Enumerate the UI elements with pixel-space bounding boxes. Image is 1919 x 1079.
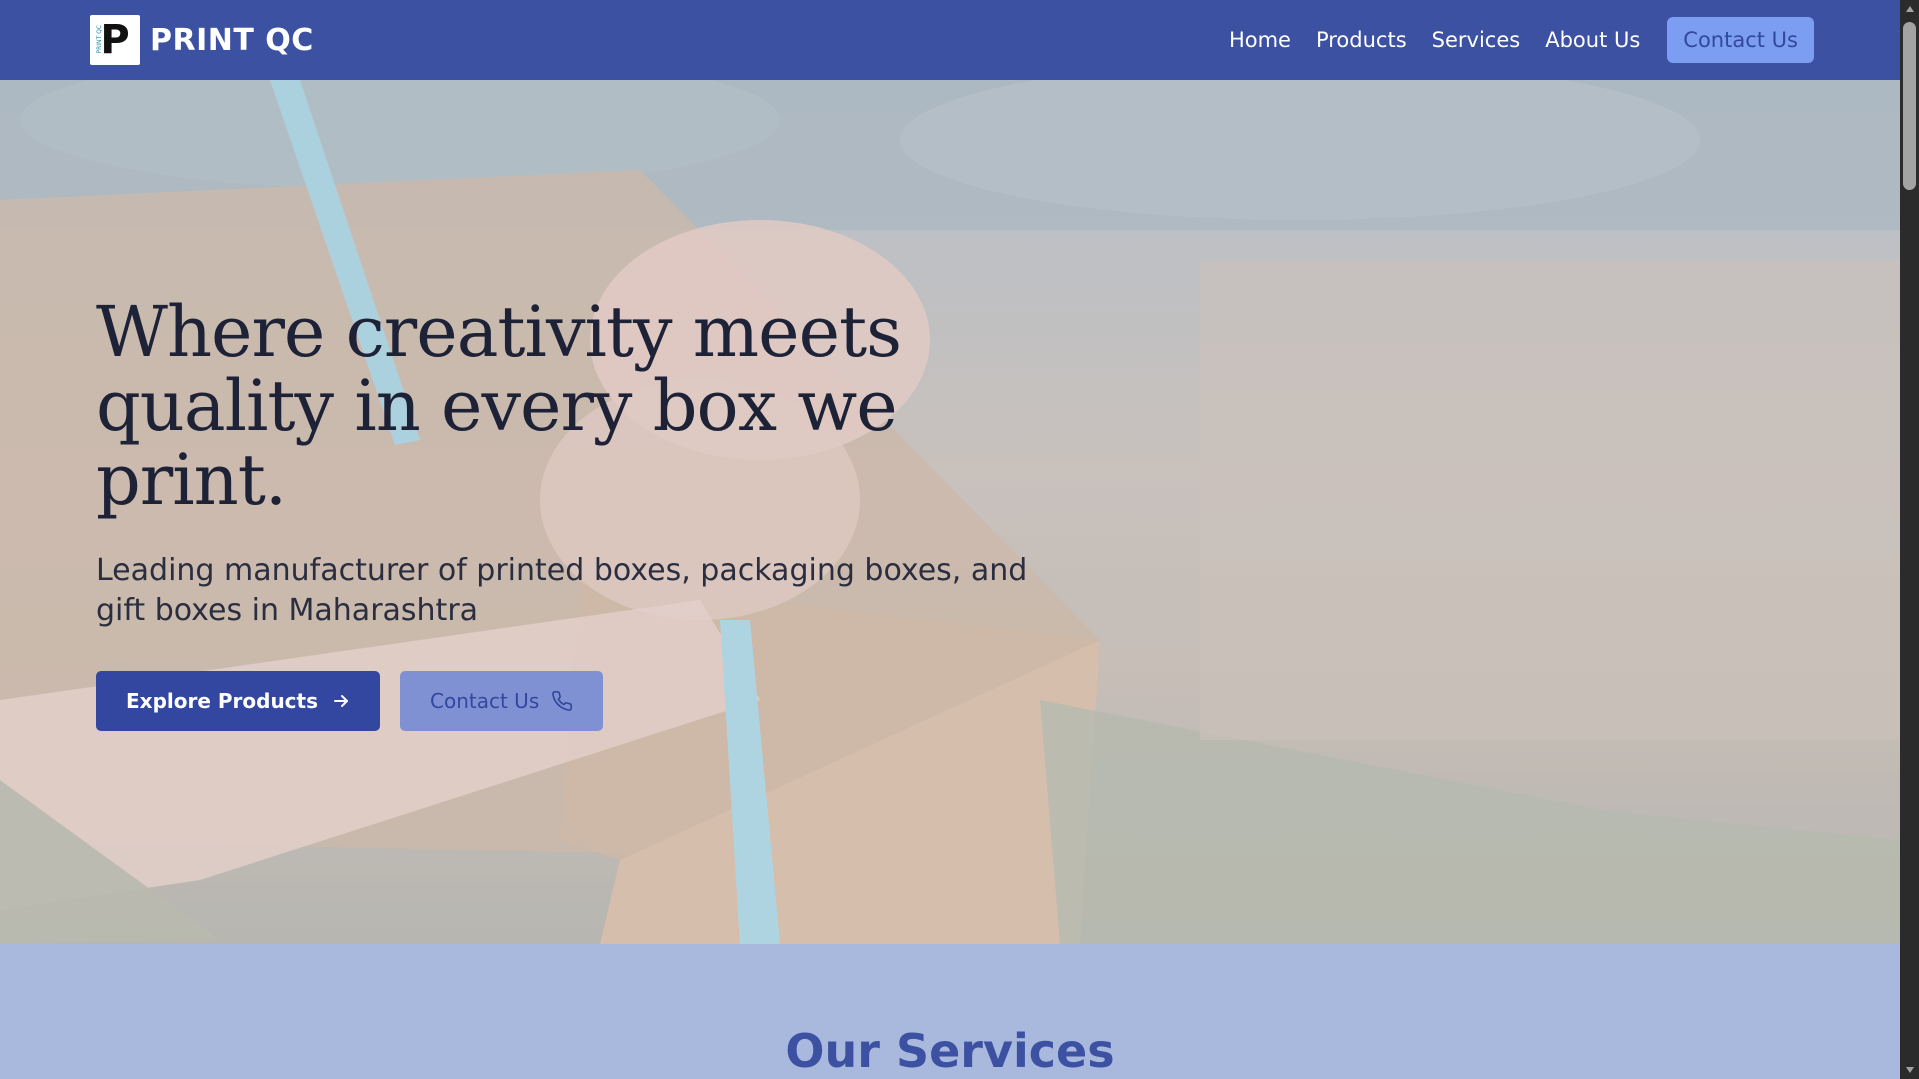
top-navbar: PRINT QC P PRINT QC Home Products Servic… xyxy=(0,0,1900,80)
hero-section: Where creativity meets quality in every … xyxy=(0,80,1900,944)
hero-title: Where creativity meets quality in every … xyxy=(96,291,902,521)
arrow-right-icon xyxy=(332,692,350,710)
nav-links: Home Products Services About Us Contact … xyxy=(1229,17,1814,63)
nav-contact-us-button[interactable]: Contact Us xyxy=(1667,17,1814,63)
page: PRINT QC P PRINT QC Home Products Servic… xyxy=(0,0,1919,1079)
scroll-down-arrow-icon[interactable] xyxy=(1900,1061,1919,1079)
hero-content: Where creativity meets quality in every … xyxy=(96,295,1056,731)
nav-link-products[interactable]: Products xyxy=(1316,28,1407,52)
phone-icon xyxy=(551,690,573,712)
brand-name: PRINT QC xyxy=(150,22,314,58)
explore-products-label: Explore Products xyxy=(126,689,319,713)
explore-products-button[interactable]: Explore Products xyxy=(96,671,381,731)
hero-subtitle: Leading manufacturer of printed boxes, p… xyxy=(96,553,1028,628)
logo: PRINT QC P xyxy=(90,15,140,65)
nav-link-about-us[interactable]: About Us xyxy=(1545,28,1640,52)
hero-contact-us-label: Contact Us xyxy=(430,689,540,713)
scrollbar-thumb[interactable] xyxy=(1903,22,1916,190)
logo-tiny-text: PRINT QC xyxy=(96,25,103,54)
services-heading: Our Services xyxy=(785,1024,1115,1078)
page-scrollbar[interactable] xyxy=(1900,0,1919,1079)
brand[interactable]: PRINT QC P PRINT QC xyxy=(90,15,314,65)
logo-letter: P xyxy=(100,17,130,63)
hero-buttons: Explore Products Contact Us xyxy=(96,671,1056,731)
nav-link-home[interactable]: Home xyxy=(1229,28,1291,52)
hero-contact-us-button[interactable]: Contact Us xyxy=(400,671,604,731)
scroll-up-arrow-icon[interactable] xyxy=(1900,0,1919,18)
nav-link-services[interactable]: Services xyxy=(1432,28,1521,52)
services-section: Our Services xyxy=(0,944,1900,1079)
